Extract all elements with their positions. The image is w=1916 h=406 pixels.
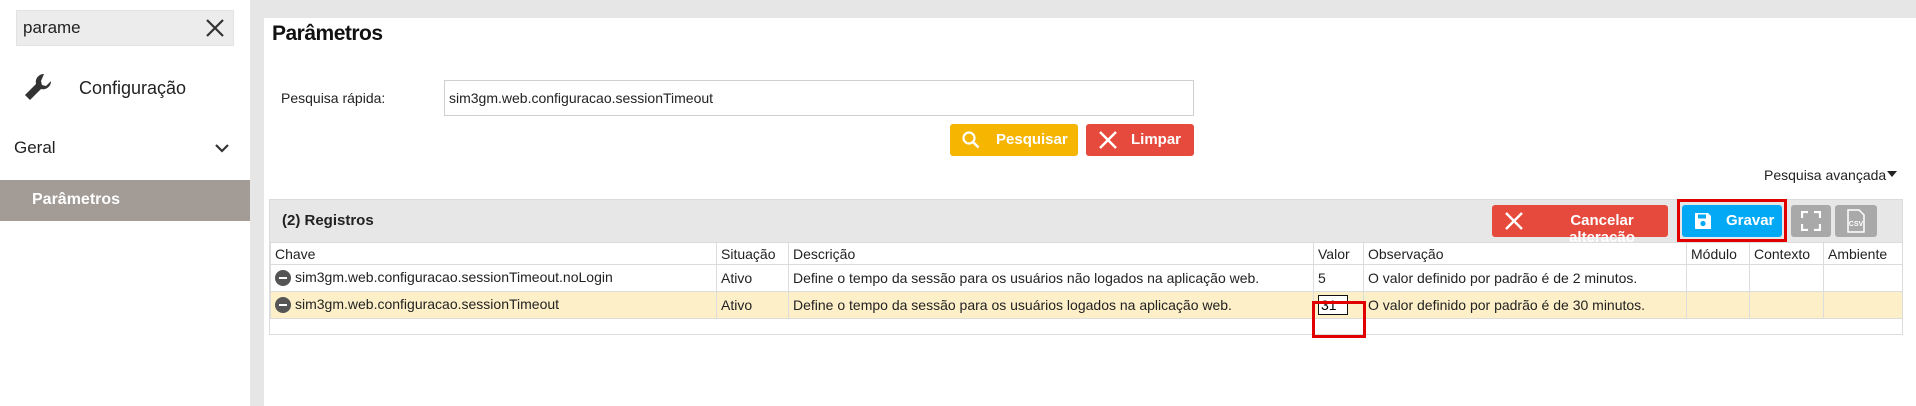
cancelar-label: Cancelar alteração	[1569, 212, 1635, 246]
sidebar-search-input[interactable]	[23, 11, 203, 45]
cell-chave-text: sim3gm.web.configuracao.sessionTimeout.n…	[295, 269, 613, 286]
sidebar-item-geral[interactable]: Geral	[0, 134, 250, 164]
sidebar-item-configuracao[interactable]: Configuração	[0, 66, 250, 110]
column-header-situacao[interactable]: Situação	[716, 242, 789, 265]
cell-situacao: Ativo	[716, 264, 789, 292]
table-row[interactable]: sim3gm.web.configuracao.sessionTimeout.n…	[270, 264, 1903, 292]
cell-valor[interactable]: 5	[1313, 264, 1364, 292]
caret-down-icon[interactable]	[1886, 169, 1898, 179]
cell-observacao: O valor definido por padrão é de 30 minu…	[1363, 291, 1687, 319]
column-header-descricao[interactable]: Descrição	[788, 242, 1314, 265]
limpar-button[interactable]: Limpar	[1086, 124, 1194, 156]
pesquisar-label: Pesquisar	[996, 131, 1068, 148]
table-row-selected[interactable]: sim3gm.web.configuracao.sessionTimeout A…	[270, 291, 1903, 319]
cell-contexto	[1749, 291, 1824, 319]
remove-circle-icon[interactable]	[275, 269, 291, 286]
cell-contexto	[1749, 264, 1824, 292]
cell-modulo	[1686, 264, 1750, 292]
cell-chave-text: sim3gm.web.configuracao.sessionTimeout	[295, 296, 560, 313]
csv-file-icon: CSV	[1847, 209, 1865, 233]
pesquisar-button[interactable]: Pesquisar	[950, 124, 1078, 156]
wrench-icon	[25, 73, 52, 100]
column-header-ambiente[interactable]: Ambiente	[1823, 242, 1903, 265]
fullscreen-button[interactable]	[1791, 205, 1831, 237]
quick-search-input[interactable]	[444, 80, 1194, 116]
sidebar-search-box	[16, 10, 234, 46]
chevron-down-icon	[215, 144, 229, 153]
sidebar: Configuração Geral Parâmetros	[0, 0, 250, 406]
column-header-modulo[interactable]: Módulo	[1686, 242, 1750, 265]
column-header-valor[interactable]: Valor	[1313, 242, 1364, 265]
cell-ambiente	[1823, 264, 1903, 292]
cell-situacao: Ativo	[716, 291, 789, 319]
sidebar-item-label: Configuração	[79, 78, 187, 98]
quick-search-label: Pesquisa rápida:	[281, 90, 386, 106]
sidebar-divider	[250, 0, 264, 406]
cell-observacao: O valor definido por padrão é de 2 minut…	[1363, 264, 1687, 292]
header-strip	[264, 0, 1916, 18]
sidebar-item-parametros[interactable]: Parâmetros	[0, 180, 250, 221]
sidebar-item-label: Parâmetros	[32, 191, 121, 208]
cell-chave: sim3gm.web.configuracao.sessionTimeout	[270, 291, 717, 319]
gravar-label: Gravar	[1726, 212, 1775, 229]
fullscreen-icon	[1801, 211, 1821, 231]
column-header-chave[interactable]: Chave	[270, 242, 717, 265]
export-csv-button[interactable]: CSV	[1835, 205, 1877, 237]
save-icon	[1695, 213, 1711, 229]
cell-modulo	[1686, 291, 1750, 319]
cell-ambiente	[1823, 291, 1903, 319]
sidebar-item-label: Geral	[14, 138, 56, 157]
gravar-button[interactable]: Gravar	[1682, 205, 1782, 237]
valor-highlight	[1312, 301, 1366, 338]
close-icon[interactable]	[201, 14, 229, 42]
close-icon	[1099, 131, 1117, 149]
cell-descricao: Define o tempo da sessão para os usuário…	[788, 264, 1314, 292]
table-header-row: Chave Situação Descrição Valor Observaçã…	[270, 242, 1903, 265]
column-header-observacao[interactable]: Observação	[1363, 242, 1687, 265]
search-icon	[962, 131, 980, 149]
svg-text:CSV: CSV	[1849, 221, 1864, 228]
limpar-label: Limpar	[1131, 131, 1182, 148]
records-count: (2) Registros	[282, 212, 374, 229]
cell-chave: sim3gm.web.configuracao.sessionTimeout.n…	[270, 264, 717, 292]
cell-descricao: Define o tempo da sessão para os usuário…	[788, 291, 1314, 319]
remove-circle-icon[interactable]	[275, 296, 291, 313]
close-icon	[1505, 212, 1523, 230]
advanced-search-link[interactable]: Pesquisa avançada	[1764, 167, 1886, 183]
page-title: Parâmetros	[272, 22, 383, 45]
parameters-table: Chave Situação Descrição Valor Observaçã…	[270, 242, 1903, 319]
cancelar-alteracao-button[interactable]: Cancelar alteração	[1492, 205, 1668, 246]
column-header-contexto[interactable]: Contexto	[1749, 242, 1824, 265]
